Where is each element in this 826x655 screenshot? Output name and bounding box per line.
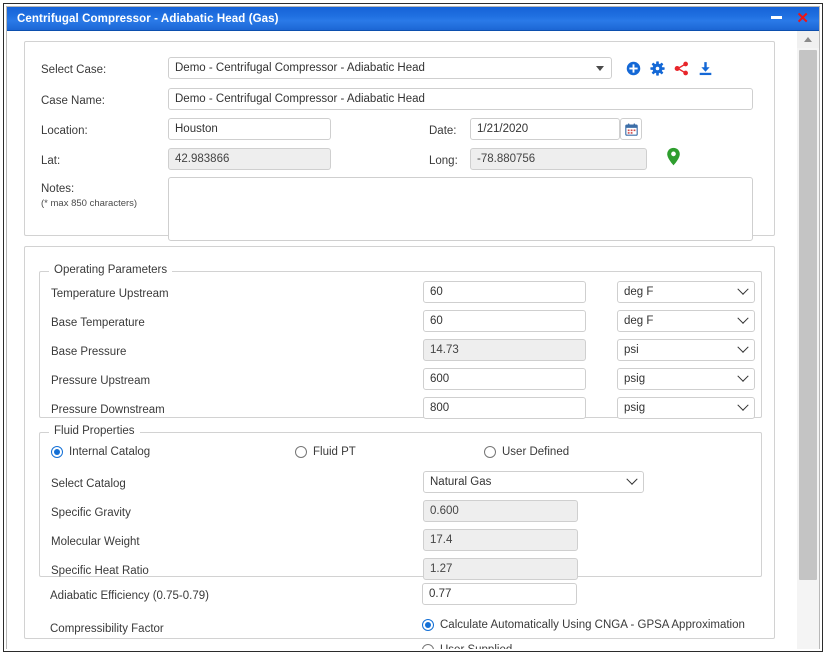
radio-fluid-pt-indicator [295,446,307,458]
case-name-input[interactable] [168,88,753,110]
temperature-upstream-label: Temperature Upstream [51,287,169,301]
operating-parameters-legend: Operating Parameters [49,264,172,276]
pressure-upstream-unit-value: psig [618,373,645,385]
radio-internal-catalog-label: Internal Catalog [69,446,150,458]
temperature-upstream-unit-dropdown[interactable]: deg F [617,281,755,303]
minimize-button[interactable] [771,16,782,19]
chevron-down-icon [737,284,748,295]
location-input[interactable] [168,118,331,140]
share-icon[interactable] [674,61,689,76]
select-case-dropdown[interactable]: Demo - Centrifugal Compressor - Adiabati… [168,57,612,79]
pressure-upstream-input[interactable] [423,368,586,390]
chevron-down-icon [737,400,748,411]
base-pressure-input[interactable] [423,339,586,361]
pressure-downstream-unit-dropdown[interactable]: psig [617,397,755,419]
pressure-downstream-label: Pressure Downstream [51,403,165,417]
scrollbar-thumb[interactable] [799,50,817,580]
base-pressure-unit-value: psi [618,344,639,356]
base-temperature-input[interactable] [423,310,586,332]
base-pressure-unit-dropdown[interactable]: psi [617,339,755,361]
radio-user-defined-indicator [484,446,496,458]
fluid-properties-group: Fluid Properties Internal Catalog Fluid … [39,432,762,577]
lat-input[interactable] [168,148,331,170]
base-pressure-label: Base Pressure [51,345,126,359]
settings-gear-icon[interactable] [650,61,665,76]
base-temperature-unit-dropdown[interactable]: deg F [617,310,755,332]
temperature-upstream-input[interactable] [423,281,586,303]
form-content: Select Case: Demo - Centrifugal Compress… [7,31,797,649]
radio-user-defined[interactable]: User Defined [484,446,569,458]
select-case-label: Select Case: [41,63,106,77]
radio-user-defined-label: User Defined [502,446,569,458]
long-input[interactable] [470,148,647,170]
window-controls: ✕ [771,11,819,26]
scroll-up-button[interactable] [796,31,819,48]
molecular-weight-input[interactable] [423,529,578,551]
select-catalog-dropdown[interactable]: Natural Gas [423,471,644,493]
compressibility-factor-label: Compressibility Factor [50,622,164,636]
parameters-panel: Operating Parameters Temperature Upstrea… [24,246,775,639]
case-name-label: Case Name: [41,94,105,108]
radio-fluid-pt[interactable]: Fluid PT [295,446,356,458]
fluid-properties-legend: Fluid Properties [49,425,140,437]
radio-calculate-automatically-indicator [422,619,434,631]
radio-internal-catalog[interactable]: Internal Catalog [51,446,150,458]
pressure-upstream-unit-dropdown[interactable]: psig [617,368,755,390]
radio-calculate-automatically-label: Calculate Automatically Using CNGA - GPS… [440,619,745,631]
radio-user-supplied[interactable]: User Supplied [422,644,512,649]
chevron-down-icon [737,313,748,324]
specific-heat-ratio-label: Specific Heat Ratio [51,564,149,578]
close-button[interactable]: ✕ [796,11,809,26]
notes-label: Notes: [41,182,74,196]
pressure-upstream-label: Pressure Upstream [51,374,150,388]
chevron-down-icon [737,342,748,353]
add-case-icon[interactable] [626,61,641,76]
notes-textarea[interactable] [168,177,753,241]
radio-fluid-pt-label: Fluid PT [313,446,356,458]
specific-gravity-input[interactable] [423,500,578,522]
calendar-picker-icon[interactable] [620,118,642,140]
adiabatic-efficiency-label: Adiabatic Efficiency (0.75-0.79) [50,589,209,603]
radio-calculate-automatically[interactable]: Calculate Automatically Using CNGA - GPS… [422,619,745,631]
pressure-downstream-unit-value: psig [618,402,645,414]
download-icon[interactable] [698,61,713,76]
base-temperature-unit-value: deg F [618,315,653,327]
adiabatic-efficiency-input[interactable] [422,583,577,605]
lat-label: Lat: [41,154,60,168]
chevron-down-icon [626,474,637,485]
select-catalog-label: Select Catalog [51,477,126,491]
window-title: Centrifugal Compressor - Adiabatic Head … [7,13,279,25]
date-input[interactable] [470,118,620,140]
select-case-value: Demo - Centrifugal Compressor - Adiabati… [169,62,425,74]
case-information-panel: Select Case: Demo - Centrifugal Compress… [24,41,775,236]
chevron-down-icon [596,66,604,71]
vertical-scrollbar[interactable] [795,31,819,649]
long-label: Long: [429,154,458,168]
location-label: Location: [41,124,88,138]
molecular-weight-label: Molecular Weight [51,535,140,549]
temperature-upstream-unit-value: deg F [618,286,653,298]
map-pin-icon[interactable] [666,147,681,166]
notes-sub-label: (* max 850 characters) [41,198,137,209]
date-label: Date: [429,124,457,138]
radio-internal-catalog-indicator [51,446,63,458]
title-bar: Centrifugal Compressor - Adiabatic Head … [7,7,819,31]
pressure-downstream-input[interactable] [423,397,586,419]
specific-gravity-label: Specific Gravity [51,506,131,520]
window-inner-frame: Centrifugal Compressor - Adiabatic Head … [6,6,820,649]
select-catalog-value: Natural Gas [424,476,491,488]
operating-parameters-group: Operating Parameters Temperature Upstrea… [39,271,762,418]
case-action-icons [626,57,713,79]
chevron-up-icon [804,37,812,42]
radio-user-supplied-indicator [422,644,434,649]
specific-heat-ratio-input[interactable] [423,558,578,580]
radio-user-supplied-label: User Supplied [440,644,512,649]
chevron-down-icon [737,371,748,382]
application-window: Centrifugal Compressor - Adiabatic Head … [3,3,823,652]
base-temperature-label: Base Temperature [51,316,145,330]
